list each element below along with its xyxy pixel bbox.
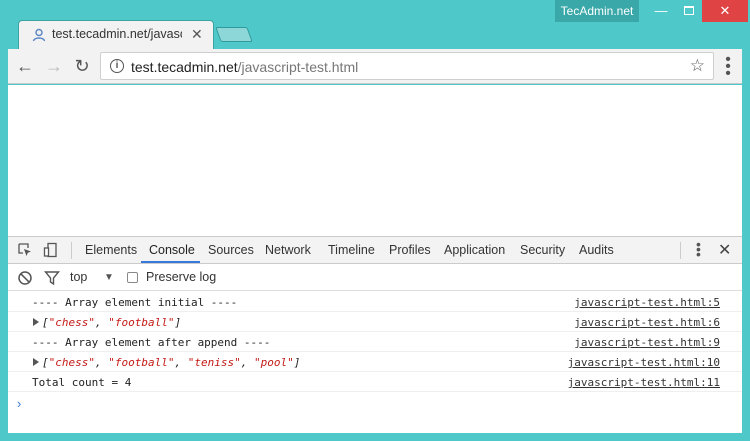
preserve-log-checkbox[interactable]: [127, 272, 138, 283]
info-icon[interactable]: i: [110, 59, 124, 73]
page-viewport: [8, 85, 742, 236]
tab-elements[interactable]: Elements: [85, 243, 137, 257]
tab-console[interactable]: Console: [149, 243, 195, 257]
tab-security[interactable]: Security: [520, 243, 565, 257]
console-row: ---- Array element after append ---- jav…: [8, 332, 742, 352]
array-item: football: [114, 356, 168, 369]
browser-tab[interactable]: test.tecadmin.net/javascript-test.html ✕: [18, 20, 214, 49]
array-item: chess: [55, 356, 89, 369]
console-message: ---- Array element initial ----: [32, 296, 238, 309]
reload-button[interactable]: ↻: [71, 56, 93, 78]
console-row: Total count = 4 javascript-test.html:11: [8, 372, 742, 392]
back-button[interactable]: ←: [14, 56, 36, 78]
console-output: ---- Array element initial ---- javascri…: [8, 292, 742, 392]
maximize-icon: [684, 6, 694, 15]
devtools-menu-icon[interactable]: • • •: [696, 237, 701, 261]
maximize-button[interactable]: [674, 0, 704, 22]
page-icon: [32, 28, 46, 42]
preserve-log-label: Preserve log: [146, 270, 217, 284]
address-url[interactable]: test.tecadmin.net/javascript-test.html: [131, 59, 358, 75]
context-selector[interactable]: top: [70, 270, 87, 284]
active-tab-indicator: [141, 261, 200, 263]
browser-menu-icon[interactable]: • • •: [721, 52, 735, 82]
console-source-link[interactable]: javascript-test.html:10: [568, 356, 720, 369]
console-filter-bar: top ▼ Preserve log: [8, 265, 742, 291]
filter-icon[interactable]: [44, 270, 60, 286]
array-item: football: [114, 316, 168, 329]
url-path: /javascript-test.html: [237, 59, 359, 75]
forward-button[interactable]: →: [43, 56, 65, 78]
console-prompt-icon[interactable]: ›: [17, 396, 21, 411]
minimize-button[interactable]: —: [646, 0, 676, 22]
toolbar-divider: [71, 242, 72, 259]
window-close-button[interactable]: ✕: [702, 0, 748, 22]
console-array[interactable]: ["chess", "football"]: [42, 316, 181, 329]
toolbar-divider: [680, 242, 681, 259]
array-item: chess: [55, 316, 89, 329]
tab-close-icon[interactable]: ✕: [191, 26, 203, 43]
console-source-link[interactable]: javascript-test.html:5: [574, 296, 720, 309]
device-toolbar-icon[interactable]: [43, 242, 59, 258]
array-item: pool: [260, 356, 288, 369]
console-message: ---- Array element after append ----: [32, 336, 271, 349]
tab-application[interactable]: Application: [444, 243, 505, 257]
bookmark-star-icon[interactable]: ☆: [690, 56, 705, 76]
array-item: teniss: [194, 356, 235, 369]
inspect-element-icon[interactable]: [17, 242, 33, 258]
console-source-link[interactable]: javascript-test.html:11: [568, 376, 720, 389]
browser-toolbar: ← → ↻ i test.tecadmin.net/javascript-tes…: [8, 49, 742, 84]
tab-audits[interactable]: Audits: [579, 243, 614, 257]
expand-triangle-icon[interactable]: [33, 318, 39, 326]
console-source-link[interactable]: javascript-test.html:6: [574, 316, 720, 329]
tab-sources[interactable]: Sources: [208, 243, 254, 257]
console-row[interactable]: ["chess", "football"] javascript-test.ht…: [8, 312, 742, 332]
chevron-down-icon[interactable]: ▼: [104, 272, 114, 283]
tab-timeline[interactable]: Timeline: [328, 243, 375, 257]
address-bar[interactable]: i test.tecadmin.net/javascript-test.html…: [100, 52, 714, 80]
console-message: Total count = 4: [32, 376, 132, 389]
clear-console-icon[interactable]: [17, 270, 33, 286]
devtools-tab-bar: Elements Console Sources Network Timelin…: [8, 237, 742, 264]
url-host: test.tecadmin.net: [131, 59, 238, 75]
console-row[interactable]: ["chess", "football", "teniss", "pool"] …: [8, 352, 742, 372]
expand-triangle-icon[interactable]: [33, 358, 39, 366]
devtools-panel: Elements Console Sources Network Timelin…: [8, 236, 742, 433]
console-array[interactable]: ["chess", "football", "teniss", "pool"]: [42, 356, 300, 369]
tab-profiles[interactable]: Profiles: [389, 243, 431, 257]
tab-title: test.tecadmin.net/javascript-test.html: [52, 27, 182, 41]
console-source-link[interactable]: javascript-test.html:9: [574, 336, 720, 349]
devtools-close-button[interactable]: ✕: [718, 240, 731, 260]
window-label: TecAdmin.net: [555, 0, 639, 22]
tab-network[interactable]: Network: [265, 243, 311, 257]
console-row: ---- Array element initial ---- javascri…: [8, 292, 742, 312]
new-tab-button[interactable]: [215, 27, 253, 42]
